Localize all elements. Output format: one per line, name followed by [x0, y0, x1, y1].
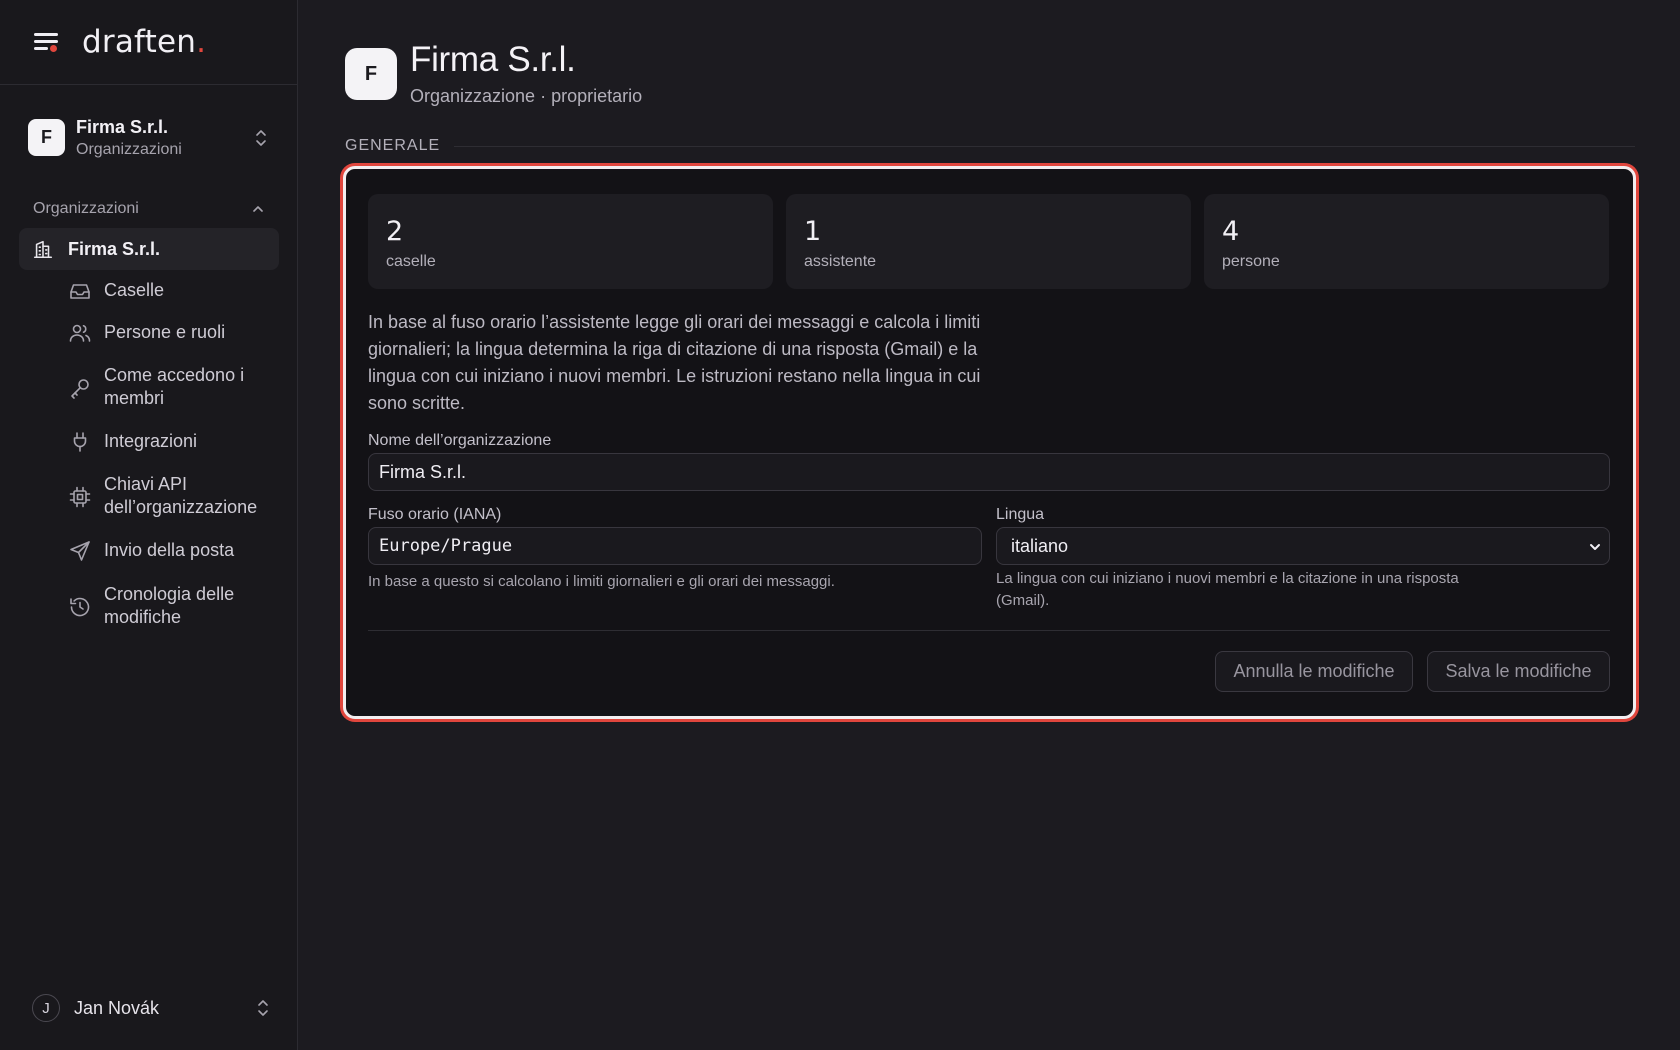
sidebar-item-label: Integrazioni	[104, 431, 198, 451]
stat-caption: persone	[1222, 253, 1280, 270]
stat-value: 2	[386, 216, 404, 247]
stat-assistente: 1 assistente	[786, 194, 1191, 289]
history-icon	[70, 597, 90, 617]
sidebar-item-label: Come accedono i membri	[104, 365, 245, 408]
language-hint: La lingua con cui iniziano i nuovi membr…	[996, 570, 1459, 609]
key-icon	[71, 379, 89, 399]
sidebar-item-label: Invio della posta	[104, 540, 235, 560]
chevron-updown-icon	[256, 130, 266, 146]
sidebar-item-label: Firma S.r.l.	[68, 238, 161, 259]
building-icon	[33, 240, 53, 259]
chevron-updown-icon	[258, 1000, 268, 1016]
general-settings-card: 2 caselle 1 assistente 4 persone In base…	[343, 166, 1636, 719]
stat-persone: 4 persone	[1204, 194, 1609, 289]
language-selected-value: italiano	[1011, 535, 1069, 556]
sidebar-item-label: Chiavi API dell’organizzazione	[104, 474, 258, 517]
sidebar-item-cronologia[interactable]: Cronologia delle modifiche	[66, 583, 280, 629]
timezone-input[interactable]: Europe/Prague	[368, 527, 982, 565]
sidebar: draften. F Firma S.r.l. Organizzazioni O…	[0, 0, 298, 1050]
section-heading: GENERALE	[345, 137, 1635, 155]
language-select[interactable]: italiano	[996, 527, 1610, 565]
save-changes-button[interactable]: Salva le modifiche	[1427, 651, 1610, 692]
stat-value: 1	[804, 216, 822, 247]
org-switcher-name: Firma S.r.l.	[76, 116, 169, 137]
send-icon	[70, 541, 90, 561]
cancel-changes-button[interactable]: Annulla le modifiche	[1215, 651, 1413, 692]
language-label: Lingua	[996, 506, 1045, 523]
chevron-up-icon	[253, 206, 263, 212]
section-heading-text: GENERALE	[345, 137, 441, 154]
org-switcher[interactable]: F Firma S.r.l. Organizzazioni	[18, 105, 280, 170]
org-name-label: Nome dell’organizzazione	[368, 432, 552, 449]
user-avatar: J	[32, 994, 60, 1022]
sidebar-item-api-keys[interactable]: Chiavi API dell’organizzazione	[66, 473, 280, 519]
org-name-input[interactable]: Firma S.r.l.	[368, 453, 1610, 491]
chevron-down-icon	[1590, 544, 1600, 550]
user-name: Jan Novák	[74, 997, 160, 1018]
inbox-icon	[70, 284, 90, 299]
user-menu[interactable]: J Jan Novák	[32, 992, 270, 1024]
org-avatar: F	[28, 119, 65, 156]
form-divider	[368, 630, 1610, 631]
page-header: F Firma S.r.l. Organizzazione · propriet…	[345, 40, 642, 107]
sidebar-item-accesso[interactable]: Come accedono i membri	[66, 364, 280, 410]
sidebar-item-invio-posta[interactable]: Invio della posta	[66, 539, 280, 563]
users-icon	[69, 324, 91, 342]
stat-caption: assistente	[804, 253, 877, 270]
timezone-label: Fuso orario (IANA)	[368, 506, 502, 523]
page-subtitle: Organizzazione · proprietario	[410, 86, 643, 106]
logo[interactable]: draften.	[82, 24, 206, 60]
timezone-hint: In base a questo si calcolano i limiti g…	[368, 573, 835, 590]
section-divider	[454, 145, 1635, 147]
sidebar-item-integrazioni[interactable]: Integrazioni	[66, 430, 280, 454]
sidebar-item-caselle[interactable]: Caselle	[66, 279, 280, 303]
org-switcher-sub: Organizzazioni	[76, 140, 182, 158]
sidebar-item-label: Cronologia delle modifiche	[104, 584, 235, 627]
page-title: Firma S.r.l.	[410, 40, 576, 79]
chip-icon	[69, 486, 91, 508]
sidebar-item-firma[interactable]: Firma S.r.l.	[19, 228, 279, 270]
plug-icon	[73, 432, 87, 452]
stat-caption: caselle	[386, 253, 436, 270]
menu-icon[interactable]	[32, 28, 60, 56]
settings-description: In base al fuso orario l’assistente legg…	[368, 312, 981, 413]
stat-value: 4	[1222, 216, 1240, 247]
stat-caselle: 2 caselle	[368, 194, 773, 289]
brand-bar: draften.	[0, 0, 297, 85]
sidebar-item-label: Persone e ruoli	[104, 322, 226, 342]
sidebar-section-organizzazioni[interactable]: Organizzazioni	[33, 200, 265, 218]
sidebar-item-persone[interactable]: Persone e ruoli	[66, 321, 280, 345]
sidebar-item-label: Caselle	[104, 280, 165, 300]
sidebar-section-title: Organizzazioni	[33, 200, 139, 217]
org-avatar-large: F	[345, 48, 397, 100]
